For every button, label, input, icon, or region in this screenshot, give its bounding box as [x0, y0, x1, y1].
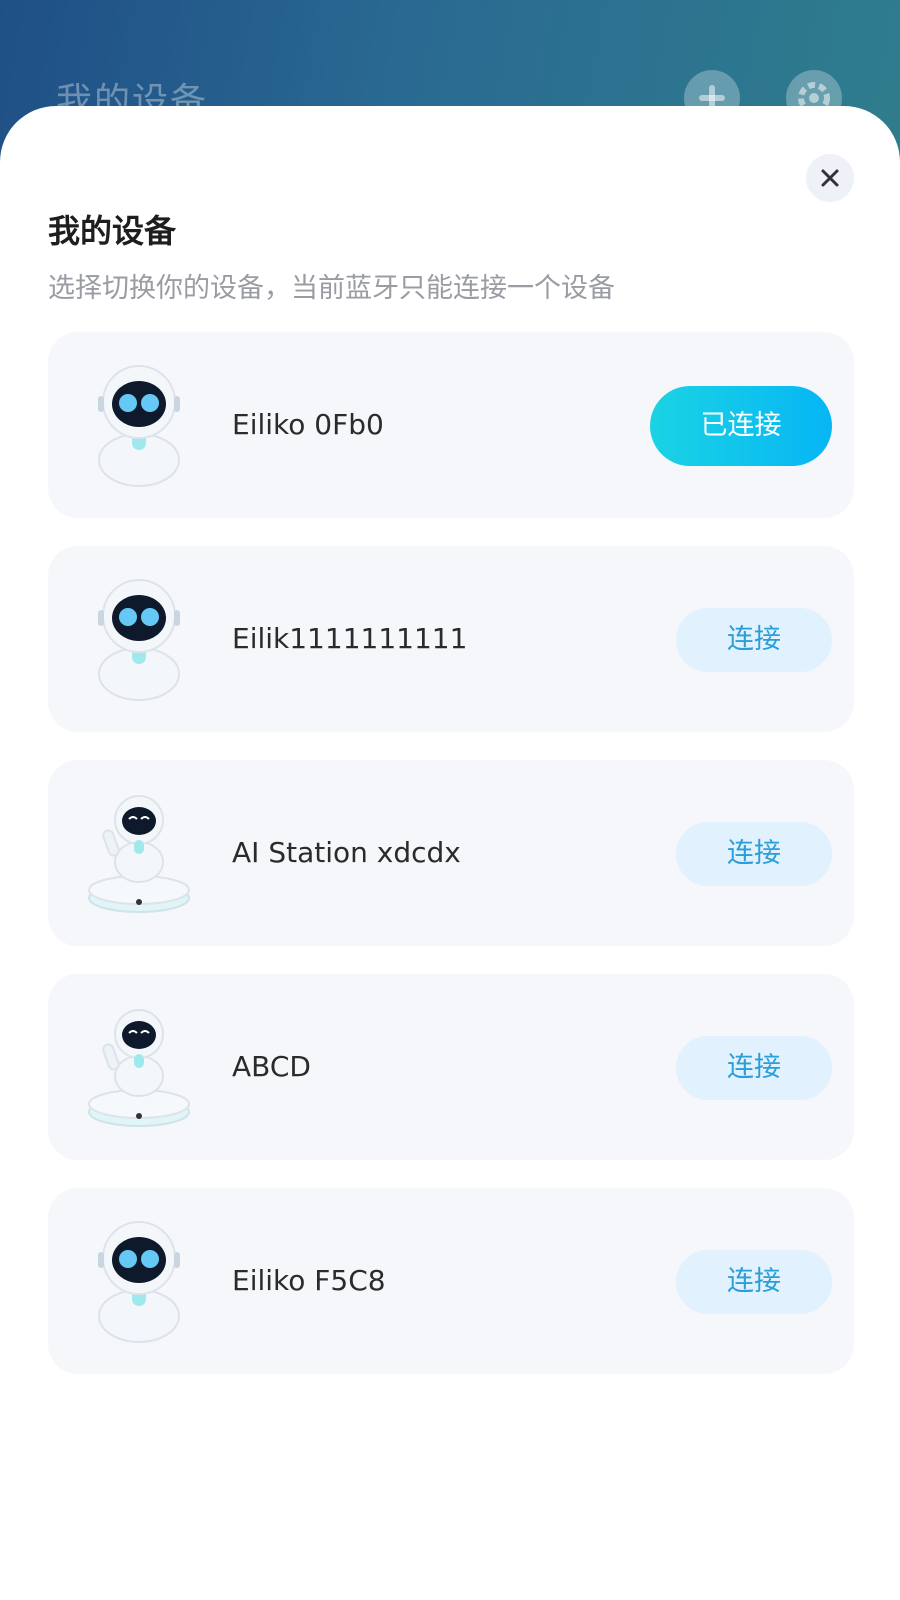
connected-button[interactable]: 已连接	[650, 386, 832, 466]
robot-icon	[84, 1218, 194, 1344]
device-card[interactable]: Eiliko 0Fb0 已连接	[48, 332, 854, 518]
device-card[interactable]: ABCD 连接	[48, 974, 854, 1160]
device-card[interactable]: AI Station xdcdx 连接	[48, 760, 854, 946]
sheet-subtitle: 选择切换你的设备，当前蓝牙只能连接一个设备	[48, 273, 615, 304]
device-name: AI Station xdcdx	[232, 836, 461, 869]
close-icon	[821, 169, 839, 187]
device-selection-sheet: 我的设备 选择切换你的设备，当前蓝牙只能连接一个设备 Eiliko 0Fb0 已…	[0, 106, 900, 1600]
device-name: Eiliko F5C8	[232, 1264, 386, 1297]
connect-button[interactable]: 连接	[676, 1250, 832, 1314]
connect-button[interactable]: 连接	[676, 1036, 832, 1100]
device-list: Eiliko 0Fb0 已连接 Eilik1111111111 连接 AI St…	[48, 332, 854, 1402]
device-name: Eiliko 0Fb0	[232, 408, 384, 441]
robot-station-icon	[84, 1004, 194, 1130]
connect-button[interactable]: 连接	[676, 822, 832, 886]
robot-station-icon	[84, 790, 194, 916]
connect-button[interactable]: 连接	[676, 608, 832, 672]
close-button[interactable]	[806, 154, 854, 202]
robot-icon	[84, 576, 194, 702]
sheet-title: 我的设备	[48, 212, 177, 250]
device-name: ABCD	[232, 1050, 311, 1083]
device-card[interactable]: Eilik1111111111 连接	[48, 546, 854, 732]
robot-icon	[84, 362, 194, 488]
device-name: Eilik1111111111	[232, 622, 468, 655]
device-card[interactable]: Eiliko F5C8 连接	[48, 1188, 854, 1374]
